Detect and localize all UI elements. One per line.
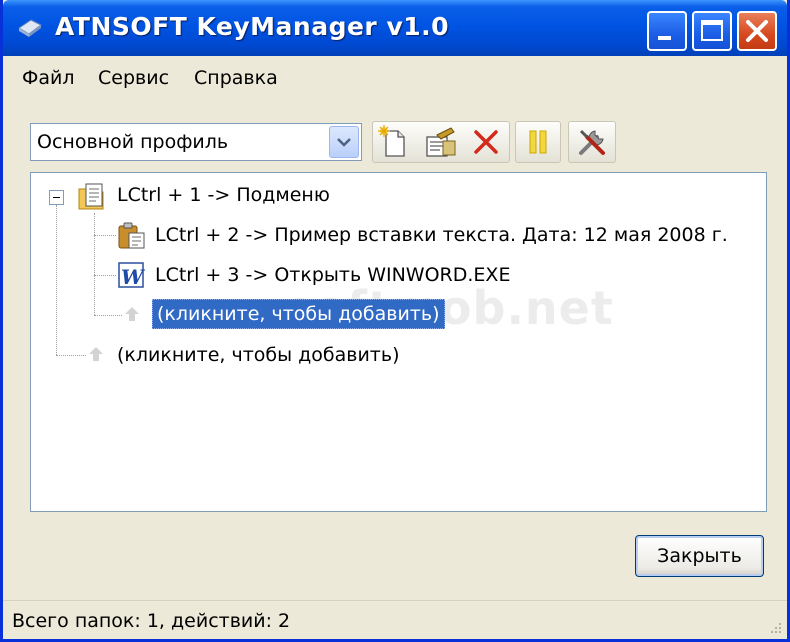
collapse-toggle[interactable] <box>49 190 64 205</box>
close-icon <box>746 20 768 42</box>
folder-document-icon <box>78 183 104 210</box>
status-text: Всего папок: 1, действий: 2 <box>12 610 291 632</box>
maximize-button[interactable] <box>692 11 732 51</box>
minimize-icon <box>658 36 671 40</box>
window-title: ATNSOFT KeyManager v1.0 <box>55 12 450 41</box>
resize-grip-icon[interactable] <box>767 619 783 635</box>
tree-line <box>56 355 86 356</box>
menu-bar: Файл Сервис Справка <box>3 56 787 98</box>
tree-line <box>94 315 122 316</box>
tree-line <box>94 213 95 315</box>
settings-button[interactable] <box>575 125 609 159</box>
chevron-down-icon <box>337 138 351 147</box>
pause-button[interactable] <box>521 125 555 159</box>
tree-node-open-winword[interactable]: LCtrl + 3 -> Открыть WINWORD.EXE <box>155 264 510 286</box>
add-arrow-icon <box>125 307 139 321</box>
title-bar[interactable]: ATNSOFT KeyManager v1.0 <box>3 0 787 56</box>
edit-properties-icon <box>426 127 456 157</box>
tree-line <box>56 205 57 355</box>
tree-node-add-child[interactable]: (кликните, чтобы добавить) <box>152 299 445 329</box>
add-arrow-icon <box>89 347 103 361</box>
pause-icon <box>529 130 547 154</box>
menu-file[interactable]: Файл <box>22 67 75 89</box>
menu-service[interactable]: Сервис <box>98 67 169 89</box>
pause-toolbar <box>515 121 561 163</box>
maximize-icon <box>701 20 723 41</box>
profile-dropdown-button[interactable] <box>329 126 359 158</box>
delete-item-button[interactable] <box>469 125 503 159</box>
app-window: ATNSOFT KeyManager v1.0 Файл Сервис Спра… <box>0 0 790 642</box>
settings-tools-icon <box>579 129 605 155</box>
svg-text:W: W <box>121 265 146 289</box>
tree-line <box>94 235 116 236</box>
tree-line <box>94 275 116 276</box>
tree-node-root[interactable]: LCtrl + 1 -> Подменю <box>117 184 330 206</box>
close-window-button[interactable] <box>737 11 777 51</box>
tree-node-add-root[interactable]: (кликните, чтобы добавить) <box>117 344 400 366</box>
word-icon: W <box>118 262 146 289</box>
clipboard-paste-icon <box>118 222 145 249</box>
delete-icon <box>474 130 498 154</box>
profile-select[interactable]: Основной профиль <box>30 123 362 161</box>
new-item-button[interactable] <box>376 125 410 159</box>
edit-toolbar <box>372 121 510 163</box>
tree-node-paste-text[interactable]: LCtrl + 2 -> Пример вставки текста. Дата… <box>155 224 728 246</box>
minimize-button[interactable] <box>647 11 687 51</box>
profile-select-value: Основной профиль <box>37 131 229 153</box>
new-icon <box>378 125 405 157</box>
keyboard-icon <box>18 19 42 37</box>
status-bar: Всего папок: 1, действий: 2 <box>3 600 787 639</box>
menu-help[interactable]: Справка <box>194 67 278 89</box>
settings-toolbar <box>568 121 616 163</box>
hotkey-tree[interactable]: softmob.net LCtrl + 1 -> Подменю LCtrl +… <box>30 172 767 512</box>
edit-item-button[interactable] <box>423 125 457 159</box>
close-button[interactable]: Закрыть <box>635 535 764 577</box>
